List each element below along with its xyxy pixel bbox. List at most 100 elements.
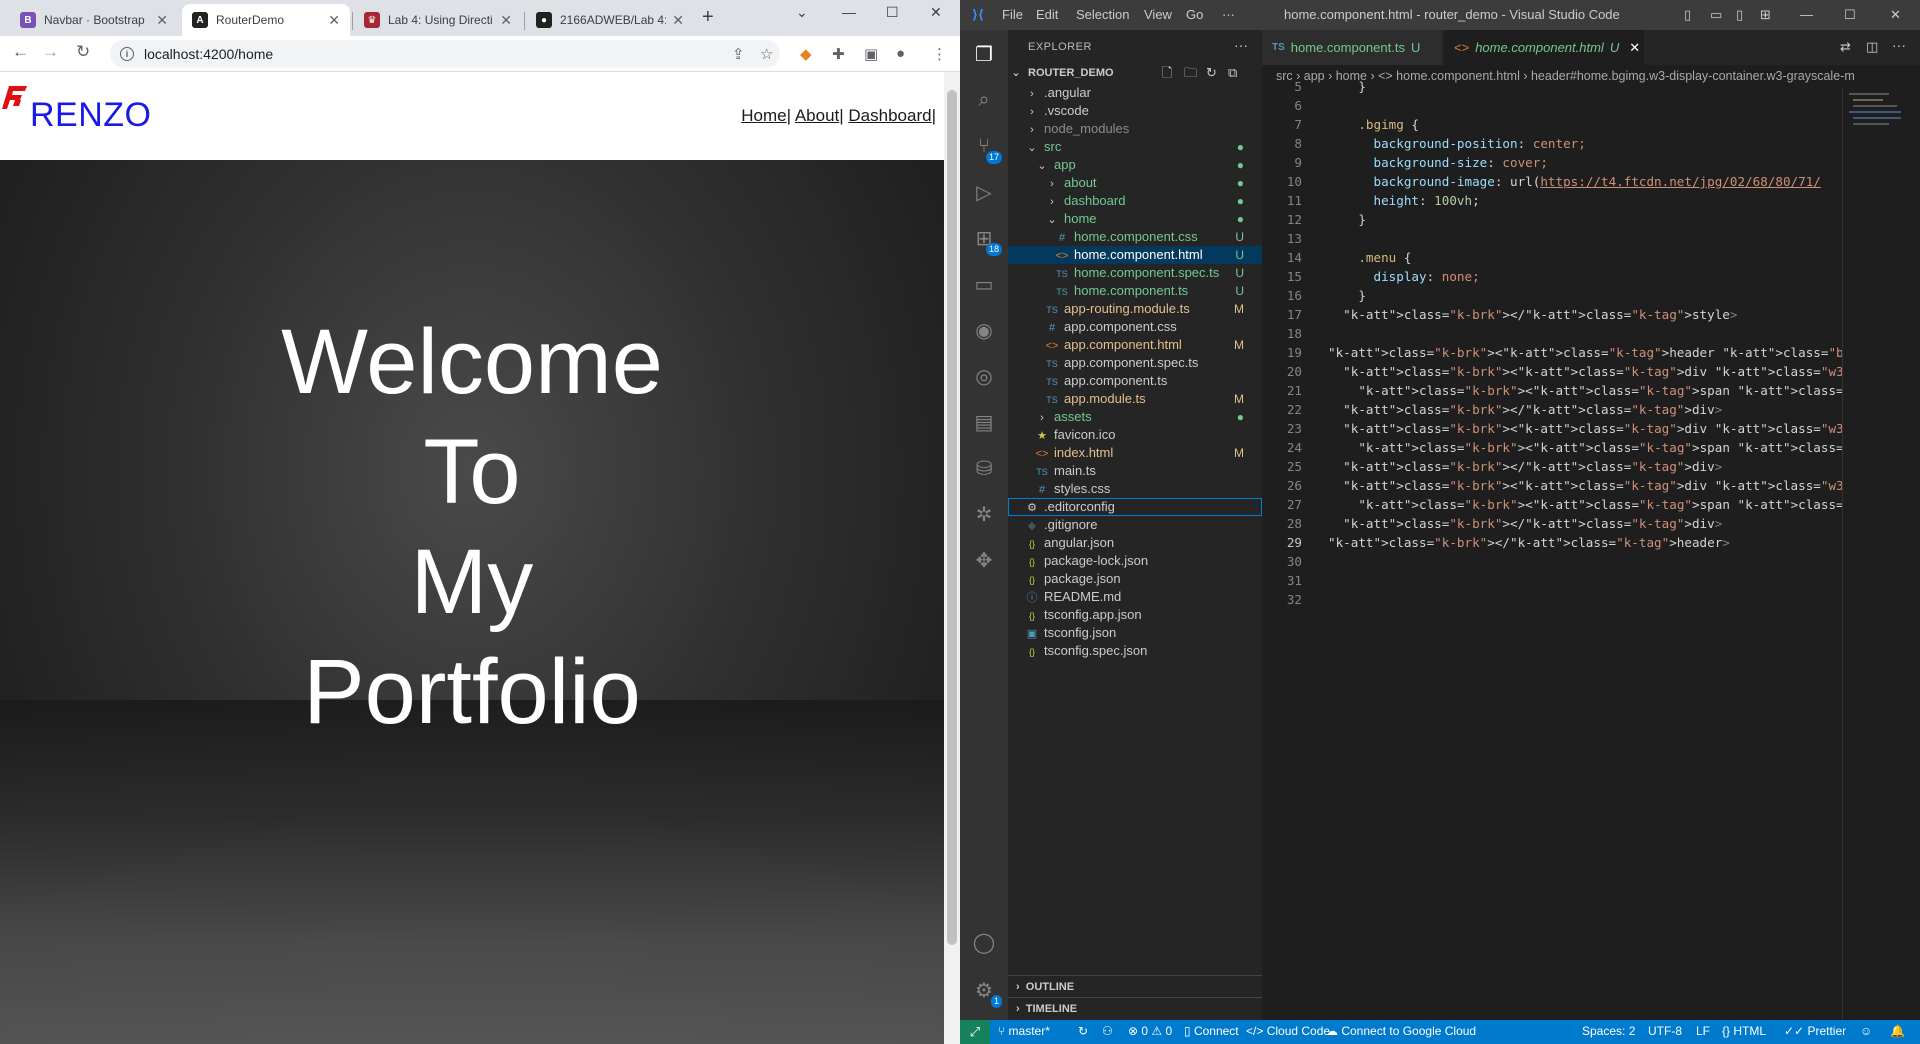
metamask-extension-icon[interactable]: ◆ [800, 45, 812, 63]
menu-selection[interactable]: Selection [1076, 7, 1129, 22]
menu-view[interactable]: View [1144, 7, 1172, 22]
nav-link-about[interactable]: About [795, 106, 839, 125]
site-brand[interactable]: RENZO [30, 96, 152, 135]
menu-more[interactable]: ··· [1222, 7, 1235, 22]
code-line[interactable]: background-image: url(https://t4.ftcdn.n… [1328, 172, 1821, 191]
remote-indicator-icon[interactable]: ⤢ [960, 1020, 990, 1044]
docker-icon[interactable]: ▤ [972, 410, 996, 434]
maximize-icon[interactable]: ☐ [1844, 7, 1856, 23]
tree-file[interactable]: {} tsconfig.app.json [1008, 606, 1262, 624]
close-tab-icon[interactable]: ✕ [1629, 40, 1640, 56]
tree-file[interactable]: <> app.component.html M [1008, 336, 1262, 354]
accounts-icon[interactable]: ◯ [972, 930, 996, 954]
close-tab-icon[interactable]: ✕ [328, 12, 340, 29]
back-arrow-icon[interactable]: ← [12, 42, 29, 62]
close-window-icon[interactable]: ✕ [1890, 7, 1901, 23]
tree-folder[interactable]: › node_modules [1008, 120, 1262, 138]
tree-folder[interactable]: ⌄ home ● [1008, 210, 1262, 228]
customize-layout-icon[interactable]: ⊞ [1760, 7, 1771, 23]
toggle-sidebar-icon[interactable]: ▯ [1684, 7, 1691, 23]
address-url[interactable]: localhost:4200/home [144, 46, 273, 62]
eol-status[interactable]: LF [1696, 1024, 1710, 1038]
tree-file[interactable]: TS app.component.ts [1008, 372, 1262, 390]
reload-icon[interactable]: ↻ [76, 42, 90, 62]
editor-tab[interactable]: TS home.component.ts U [1262, 30, 1442, 65]
close-tab-icon[interactable]: ✕ [500, 12, 512, 29]
extensions-icon[interactable]: ⊞ 18 [972, 226, 1002, 256]
code-line[interactable]: "k-att">class="k-brk"></"k-att">class="k… [1328, 305, 1737, 324]
timeline-section[interactable]: › TIMELINE [1008, 997, 1262, 1019]
new-folder-icon[interactable]: 🗀 [1184, 62, 1197, 84]
tree-file[interactable]: TS home.component.ts U [1008, 282, 1262, 300]
code-line[interactable]: "k-att">class="k-brk"></"k-att">class="k… [1328, 457, 1722, 476]
editor-tab-active[interactable]: <> home.component.html U ✕ [1444, 30, 1644, 65]
address-bar[interactable]: i localhost:4200/home [110, 40, 780, 68]
branch-status[interactable]: ⑂ master* [998, 1024, 1050, 1038]
source-control-icon[interactable]: ⑂ 17 [972, 134, 1002, 164]
tree-file[interactable]: ▣ tsconfig.json [1008, 624, 1262, 642]
explorer-more-icon[interactable]: ··· [1234, 37, 1248, 53]
tree-file[interactable]: ★ favicon.ico [1008, 426, 1262, 444]
explorer-icon[interactable]: ❐ [972, 42, 996, 66]
tree-file[interactable]: # home.component.css U [1008, 228, 1262, 246]
browser-menu-icon[interactable]: ⋮ [932, 45, 947, 63]
prettier-status[interactable]: ✓✓ Prettier [1784, 1024, 1846, 1038]
problems-status[interactable]: ⊗ 0 ⚠ 0 [1128, 1024, 1172, 1038]
code-line[interactable]: "k-att">class="k-brk"><"k-att">class="k-… [1328, 362, 1920, 381]
code-line[interactable]: "k-att">class="k-brk"><"k-att">class="k-… [1328, 438, 1920, 457]
share-icon[interactable]: ⇪ [732, 45, 745, 63]
notifications-bell-icon[interactable]: 🔔 [1890, 1024, 1905, 1038]
code-line[interactable]: .menu { [1328, 248, 1411, 267]
new-tab-button[interactable]: + [702, 6, 714, 29]
tree-file[interactable]: TS app.component.spec.ts [1008, 354, 1262, 372]
tree-folder[interactable]: › about ● [1008, 174, 1262, 192]
tree-file[interactable]: {} tsconfig.spec.json [1008, 642, 1262, 660]
browser-tab[interactable]: ● 2166ADWEB/Lab 4: ✕ [526, 4, 694, 36]
bookmark-star-icon[interactable]: ☆ [760, 45, 773, 63]
tree-file[interactable]: TS home.component.spec.ts U [1008, 264, 1262, 282]
connect-status[interactable]: ▯ Connect [1184, 1024, 1239, 1038]
cloud-code-icon[interactable]: ✥ [972, 548, 996, 572]
menu-go[interactable]: Go [1186, 7, 1203, 22]
language-status[interactable]: {} HTML [1722, 1024, 1766, 1038]
tree-file[interactable]: {} package-lock.json [1008, 552, 1262, 570]
tree-folder[interactable]: ⌄ app ● [1008, 156, 1262, 174]
tree-file[interactable]: {} package.json [1008, 570, 1262, 588]
code-line[interactable]: } [1328, 286, 1366, 305]
tree-folder[interactable]: ⌄ src ● [1008, 138, 1262, 156]
side-panel-icon[interactable]: ▣ [864, 45, 878, 63]
tree-file[interactable]: ⚙ .editorconfig [1008, 498, 1262, 516]
tree-file[interactable]: TS app-routing.module.ts M [1008, 300, 1262, 318]
refresh-icon[interactable]: ↻ [1206, 62, 1217, 84]
tree-file[interactable]: TS main.ts [1008, 462, 1262, 480]
code-line[interactable]: } [1328, 77, 1366, 96]
minimize-icon[interactable]: — [1800, 7, 1813, 22]
tree-file[interactable]: # app.component.css [1008, 318, 1262, 336]
tree-file[interactable]: {} angular.json [1008, 534, 1262, 552]
tree-file[interactable]: <> index.html M [1008, 444, 1262, 462]
nav-link-dashboard[interactable]: Dashboard [848, 106, 931, 125]
minimize-icon[interactable]: — [842, 4, 856, 20]
collapse-all-icon[interactable]: ⧉ [1228, 62, 1237, 84]
close-tab-icon[interactable]: ✕ [672, 12, 684, 29]
tab-search-icon[interactable]: ⌄ [796, 4, 808, 21]
code-line[interactable]: "k-att">class="k-brk"><"k-att">class="k-… [1328, 381, 1920, 400]
code-line[interactable]: "k-att">class="k-brk"><"k-att">class="k-… [1328, 343, 1920, 362]
extensions-puzzle-icon[interactable]: ✚ [832, 45, 845, 63]
code-line[interactable]: "k-att">class="k-brk"><"k-att">class="k-… [1328, 495, 1920, 514]
code-line[interactable]: "k-att">class="k-brk"><"k-att">class="k-… [1328, 419, 1920, 438]
code-line[interactable]: } [1328, 210, 1366, 229]
search-icon[interactable]: ⌕ [972, 88, 996, 112]
toggle-secondary-sidebar-icon[interactable]: ▯ [1736, 7, 1743, 23]
indentation-status[interactable]: Spaces: 2 [1582, 1024, 1635, 1038]
menu-edit[interactable]: Edit [1036, 7, 1058, 22]
encoding-status[interactable]: UTF-8 [1648, 1024, 1682, 1038]
code-line[interactable]: display: none; [1328, 267, 1480, 286]
kubernetes-icon[interactable]: ✲ [972, 502, 996, 526]
nav-link-home[interactable]: Home [741, 106, 786, 125]
browser-tab[interactable]: A RouterDemo ✕ [182, 4, 350, 36]
browser-tab[interactable]: ♛ Lab 4: Using Directi ✕ [354, 4, 522, 36]
minimap[interactable] [1842, 87, 1920, 1020]
sync-icon[interactable]: ↻ [1078, 1024, 1088, 1038]
new-file-icon[interactable]: 🗋 [1162, 62, 1172, 84]
